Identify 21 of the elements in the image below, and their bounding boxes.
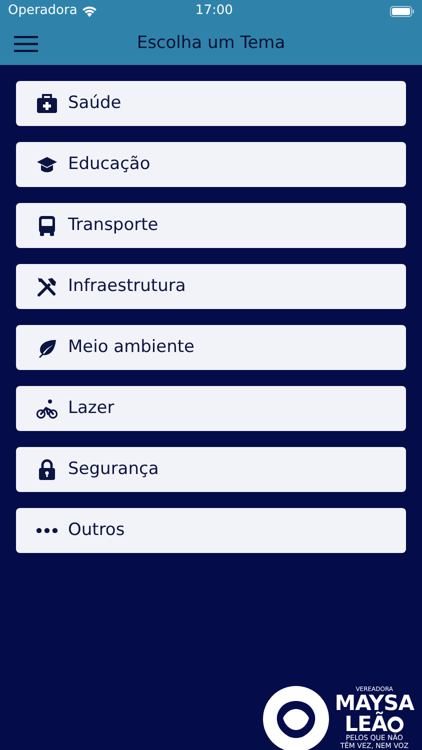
logo-name: LEÃ xyxy=(344,714,388,736)
tools-icon xyxy=(36,276,58,298)
topic-button[interactable]: Transporte xyxy=(16,203,406,248)
menu-button[interactable] xyxy=(12,34,40,54)
first-aid-kit-icon xyxy=(36,92,58,114)
wifi-icon xyxy=(81,5,98,17)
battery-icon xyxy=(390,6,414,16)
topic-button[interactable]: Outros xyxy=(16,508,406,553)
topic-button[interactable]: Segurança xyxy=(16,447,406,492)
topic-button[interactable]: Educação xyxy=(16,142,406,187)
topic-button[interactable]: Saúde xyxy=(16,81,406,126)
clock-time: 17:00 xyxy=(195,3,233,18)
topic-button[interactable]: Lazer xyxy=(16,386,406,431)
more-icon xyxy=(36,528,58,534)
topic-button[interactable]: Meio ambiente xyxy=(16,325,406,370)
carrier-name: Operadora xyxy=(8,2,78,20)
lock-icon xyxy=(36,458,58,480)
cyclist-icon xyxy=(36,398,58,420)
topic-button[interactable]: Infraestrutura xyxy=(16,264,406,309)
bus-icon xyxy=(36,214,58,236)
screen-title: Escolha um Tema xyxy=(136,32,286,53)
